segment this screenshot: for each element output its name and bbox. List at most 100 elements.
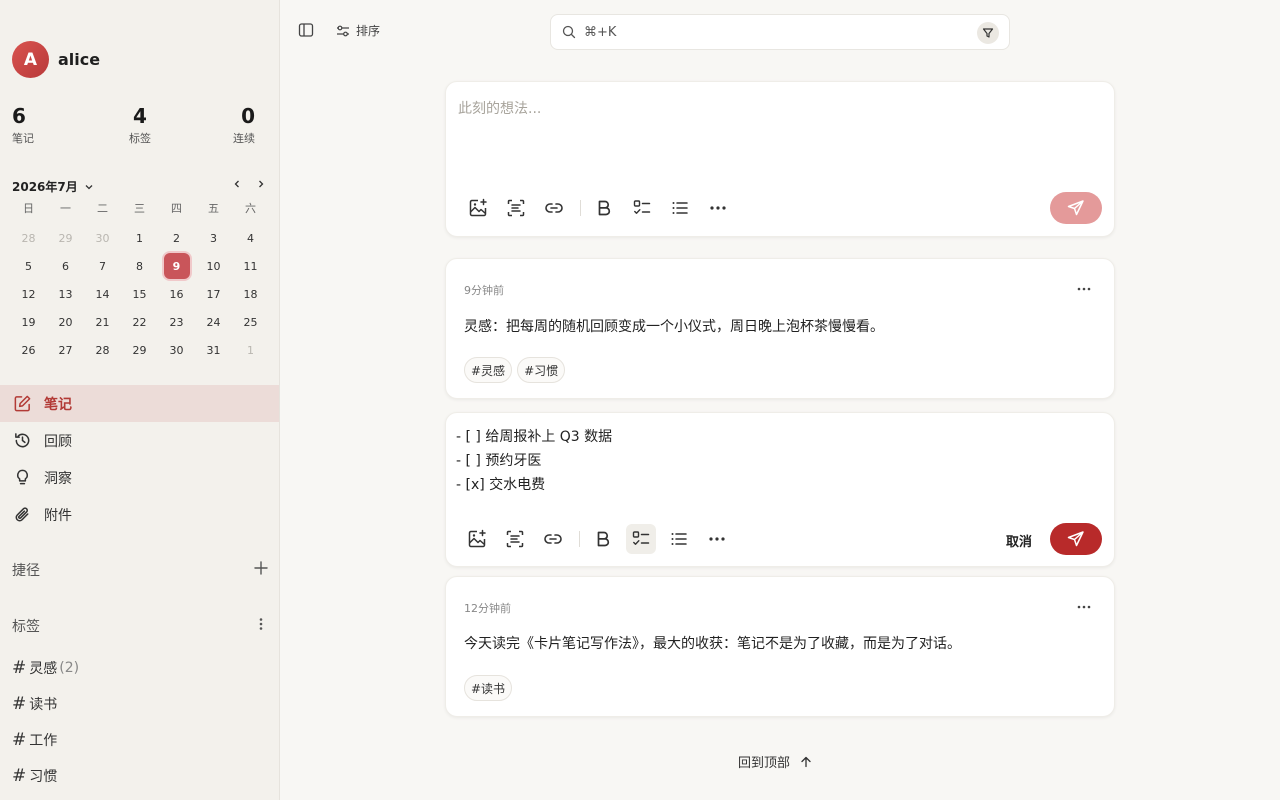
calendar-week: 12 13 14 15 16 17 18 xyxy=(10,280,269,308)
calendar-day[interactable]: 29 xyxy=(121,336,158,364)
calendar-week: 5 6 7 8 9 10 11 xyxy=(10,252,269,280)
note-menu-button[interactable] xyxy=(1076,281,1092,301)
tag-chip[interactable]: #习惯 xyxy=(517,357,566,383)
checklist-button-active[interactable] xyxy=(626,524,656,554)
calendar-header: 2026年7月 xyxy=(12,178,268,196)
note-composer: 此刻的想法... xyxy=(445,81,1115,237)
nav-item-notes[interactable]: 笔记 xyxy=(0,385,279,422)
calendar-day[interactable]: 12 xyxy=(10,280,47,308)
avatar[interactable]: A xyxy=(12,41,49,78)
calendar-day[interactable]: 19 xyxy=(10,308,47,336)
calendar-day[interactable]: 1 xyxy=(121,224,158,252)
todo-line: - [ ] 给周报补上 Q3 数据 xyxy=(456,429,613,445)
note-timestamp: 12分钟前 xyxy=(464,602,511,615)
tag-item[interactable]: # 灵感 (2) xyxy=(12,650,79,686)
chevron-left-icon xyxy=(234,180,239,188)
calendar-day[interactable]: 29 xyxy=(47,224,84,252)
calendar-day[interactable]: 30 xyxy=(158,336,195,364)
calendar-day-today[interactable]: 9 xyxy=(158,252,195,280)
insert-image-button[interactable] xyxy=(462,524,492,554)
calendar-day[interactable]: 16 xyxy=(158,280,195,308)
tag-item[interactable]: # 读书 xyxy=(12,686,79,722)
calendar-day[interactable]: 26 xyxy=(10,336,47,364)
add-shortcut-button[interactable] xyxy=(254,561,268,579)
weekday-label: 二 xyxy=(97,202,108,215)
calendar-day[interactable]: 10 xyxy=(195,252,232,280)
chevron-down-icon xyxy=(85,184,93,189)
calendar-day[interactable]: 28 xyxy=(84,336,121,364)
bullet-list-button[interactable] xyxy=(664,524,694,554)
image-add-icon xyxy=(469,198,487,217)
search-input[interactable]: ⌘+K xyxy=(550,14,1010,50)
save-button[interactable] xyxy=(1050,523,1102,555)
insert-image-button[interactable] xyxy=(463,193,493,223)
tag-chip[interactable]: #灵感 xyxy=(464,357,513,383)
send-icon xyxy=(1067,531,1084,547)
calendar-day[interactable]: 8 xyxy=(121,252,158,280)
scan-text-button[interactable] xyxy=(500,524,530,554)
cancel-button[interactable]: 取消 xyxy=(1006,531,1032,550)
more-options-button[interactable] xyxy=(703,193,733,223)
nav-item-label: 回顾 xyxy=(44,433,72,450)
calendar-day[interactable]: 4 xyxy=(232,224,269,252)
more-options-button[interactable] xyxy=(702,524,732,554)
calendar-day[interactable]: 21 xyxy=(84,308,121,336)
nav-item-attachments[interactable]: 附件 xyxy=(0,496,279,533)
calendar-day[interactable]: 7 xyxy=(84,252,121,280)
calendar-day[interactable]: 18 xyxy=(232,280,269,308)
list-icon xyxy=(671,533,687,545)
calendar-next-button[interactable] xyxy=(254,178,268,193)
username[interactable]: alice xyxy=(58,50,100,69)
calendar-day[interactable]: 6 xyxy=(47,252,84,280)
calendar-day[interactable]: 20 xyxy=(47,308,84,336)
bold-button[interactable] xyxy=(589,193,619,223)
toggle-sidebar-button[interactable] xyxy=(298,22,314,38)
checklist-button[interactable] xyxy=(627,193,657,223)
calendar-day[interactable]: 30 xyxy=(84,224,121,252)
nav-item-insights[interactable]: 洞察 xyxy=(0,459,279,496)
calendar-day[interactable]: 14 xyxy=(84,280,121,308)
calendar-day[interactable]: 3 xyxy=(195,224,232,252)
insert-link-button[interactable] xyxy=(538,524,568,554)
scan-text-button[interactable] xyxy=(501,193,531,223)
tag-item[interactable]: # 习惯 xyxy=(12,758,79,794)
bullet-list-button[interactable] xyxy=(665,193,695,223)
insert-link-button[interactable] xyxy=(539,193,569,223)
calendar-day[interactable]: 5 xyxy=(10,252,47,280)
bold-button[interactable] xyxy=(588,524,618,554)
calendar-day[interactable]: 17 xyxy=(195,280,232,308)
calendar-day[interactable]: 1 xyxy=(232,336,269,364)
send-button[interactable] xyxy=(1050,192,1102,224)
note-menu-button[interactable] xyxy=(1076,599,1092,619)
today-marker: 9 xyxy=(163,253,190,279)
sliders-icon xyxy=(337,25,349,36)
stat-streak: 0 连续 xyxy=(233,104,255,146)
calendar-day[interactable]: 13 xyxy=(47,280,84,308)
filter-button[interactable] xyxy=(977,22,999,44)
calendar-day[interactable]: 23 xyxy=(158,308,195,336)
tag-item[interactable]: # 工作 xyxy=(12,722,79,758)
nav-item-label: 笔记 xyxy=(44,396,72,413)
calendar-day[interactable]: 22 xyxy=(121,308,158,336)
composer-input[interactable]: 此刻的想法... xyxy=(458,98,541,118)
calendar-day[interactable]: 24 xyxy=(195,308,232,336)
todo-line: - [x] 交水电费 xyxy=(456,477,546,493)
toolbar-divider xyxy=(579,531,580,547)
weekday-label: 五 xyxy=(208,202,219,215)
sort-button[interactable]: 排序 xyxy=(336,22,380,39)
calendar-day[interactable]: 2 xyxy=(158,224,195,252)
tag-chip[interactable]: #读书 xyxy=(464,675,513,701)
back-to-top-button[interactable]: 回到顶部 xyxy=(738,752,812,771)
calendar-prev-button[interactable] xyxy=(230,178,244,193)
editor-textarea[interactable]: - [ ] 给周报补上 Q3 数据 - [ ] 预约牙医 - [x] 交水电费 xyxy=(456,425,612,497)
calendar-day[interactable]: 28 xyxy=(10,224,47,252)
calendar-day[interactable]: 11 xyxy=(232,252,269,280)
nav-item-review[interactable]: 回顾 xyxy=(0,422,279,459)
tags-menu-button[interactable] xyxy=(254,617,268,635)
calendar-day[interactable]: 15 xyxy=(121,280,158,308)
user-profile[interactable]: A alice xyxy=(12,41,100,78)
calendar-day[interactable]: 25 xyxy=(232,308,269,336)
sort-label: 排序 xyxy=(356,24,381,38)
calendar-day[interactable]: 31 xyxy=(195,336,232,364)
calendar-day[interactable]: 27 xyxy=(47,336,84,364)
